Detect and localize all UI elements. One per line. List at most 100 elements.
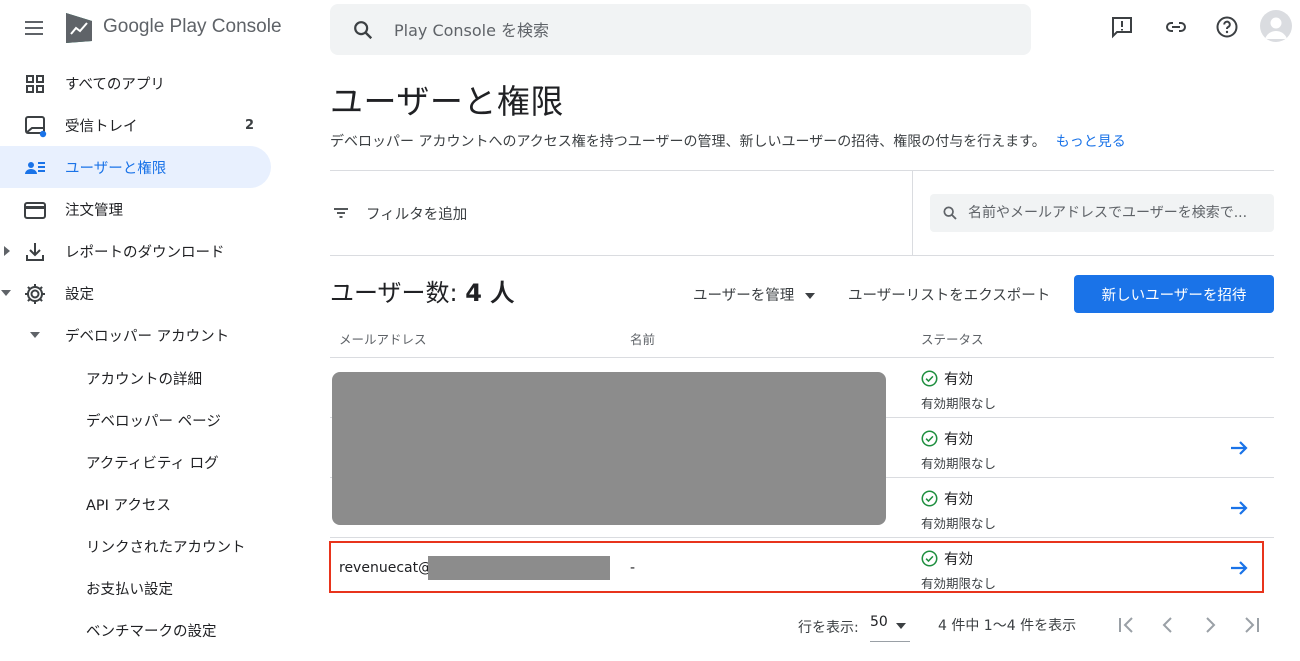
sidebar-item-orders[interactable]: 注文管理 [0,188,271,230]
page-description: デベロッパー アカウントへのアクセス権を持つユーザーの管理、新しいユーザーの招待… [330,131,1126,151]
sidebar-item-label: ユーザーと権限 [65,160,167,177]
filter-icon[interactable] [332,205,350,221]
next-page-icon[interactable] [1198,613,1222,637]
rows-per-page-label: 行を表示: [798,620,859,636]
table-row[interactable]: 有効 有効期限なし [921,428,996,472]
user-count-heading: ユーザー数: 4 人 [330,273,514,308]
column-header-name[interactable]: 名前 [630,329,655,348]
account-avatar[interactable] [1260,10,1292,42]
add-filter-button[interactable]: フィルタを追加 [366,203,467,224]
check-circle-icon [921,490,938,507]
table-row[interactable]: 有効 有効期限なし [921,488,996,532]
sidebar-item-label: 設定 [65,286,94,303]
expiry-label: 有効期限なし [921,456,997,471]
check-circle-icon [921,370,938,387]
table-row[interactable]: 有効 有効期限なし [921,548,996,592]
search-icon [354,21,373,40]
learn-more-link[interactable]: もっと見る [1056,134,1126,150]
sidebar-item-settings[interactable]: 設定 [0,272,271,314]
rows-per-page-select[interactable]: 50 [870,614,910,642]
last-page-icon[interactable] [1240,613,1264,637]
column-header-email[interactable]: メールアドレス [339,329,427,348]
brand-suffix: Console [206,16,282,37]
prev-page-icon[interactable] [1156,613,1180,637]
sidebar-item-developer-account[interactable]: デベロッパー アカウント [0,314,271,356]
user-count-value: 4 人 [465,279,515,307]
sidebar-item-label: デベロッパー アカウント [65,328,230,345]
column-header-status[interactable]: ステータス [921,329,984,348]
expand-caret-icon[interactable] [3,245,11,257]
check-circle-icon [921,430,938,447]
user-search[interactable] [930,194,1274,232]
link-icon[interactable] [1164,15,1188,39]
expiry-label: 有効期限なし [921,576,997,591]
manage-users-dropdown[interactable]: ユーザーを管理 [693,284,815,305]
feedback-icon[interactable] [1110,15,1134,39]
sidebar-subitem-label: アカウントの詳細 [86,372,202,388]
menu-icon[interactable] [22,16,46,40]
sidebar-item-label: すべてのアプリ [65,76,165,93]
divider [912,171,913,255]
sidebar-subitem-label: アクティビティ ログ [86,456,219,472]
sidebar-item-label: 受信トレイ [65,118,138,135]
search-input[interactable] [394,16,994,44]
arrow-right-icon[interactable] [1227,436,1251,460]
users-icon [25,162,45,174]
sidebar-item-users-permissions[interactable]: ユーザーと権限 [0,146,271,188]
sidebar-item-inbox[interactable]: 受信トレイ 2 [0,104,271,146]
email-cell: revenuecat@ [339,560,433,576]
manage-users-label: ユーザーを管理 [693,288,795,304]
expiry-label: 有効期限なし [921,516,997,531]
status-label: 有効 [944,492,973,508]
check-circle-icon [921,550,938,567]
sidebar-subitem-api-access[interactable]: API アクセス [0,482,271,524]
download-icon [26,243,44,261]
chevron-down-icon [804,293,815,299]
user-count-label: ユーザー数: [330,279,458,307]
name-cell: - [630,560,636,576]
sidebar-subitem-label: お支払い設定 [86,582,173,598]
sidebar-item-label: 注文管理 [65,202,123,219]
sidebar-item-report-download[interactable]: レポートのダウンロード [0,230,271,272]
help-icon[interactable] [1215,15,1239,39]
collapse-caret-icon[interactable] [29,331,41,339]
sidebar-subitem-benchmark-settings[interactable]: ベンチマークの設定 [0,608,271,650]
status-label: 有効 [944,432,973,448]
first-page-icon[interactable] [1114,613,1138,637]
global-search[interactable] [330,4,1031,55]
expiry-label: 有効期限なし [921,396,997,411]
redacted-area [332,372,886,525]
collapse-caret-icon[interactable] [0,289,12,297]
invite-new-user-button[interactable]: 新しいユーザーを招待 [1074,275,1274,313]
export-user-list-button[interactable]: ユーザーリストをエクスポート [848,284,1050,305]
pagination-range: 4 件中 1〜4 件を表示 [938,618,1077,634]
status-label: 有効 [944,372,973,388]
sidebar-subitem-label: API アクセス [86,498,171,514]
sidebar-subitem-linked-accounts[interactable]: リンクされたアカウント [0,524,271,566]
sidebar-subitem-label: デベロッパー ページ [86,414,221,430]
sidebar-item-all-apps[interactable]: すべてのアプリ [0,62,271,104]
status-cell: 有効 [921,548,996,569]
settings-icon [25,284,45,304]
sidebar-subitem-payment-settings[interactable]: お支払い設定 [0,566,271,608]
description-text: デベロッパー アカウントへのアクセス権を持つユーザーの管理、新しいユーザーの招待… [330,134,1046,150]
sidebar-subitem-label: ベンチマークの設定 [86,624,217,640]
user-search-input[interactable] [968,202,1268,224]
status-label: 有効 [944,552,973,568]
search-icon [943,206,957,220]
play-console-logo [66,13,92,43]
table-row[interactable]: 有効 有効期限なし [921,368,996,412]
redacted-area [428,556,610,580]
orders-icon [24,202,46,219]
divider [330,537,1274,538]
sidebar-subitem-developer-page[interactable]: デベロッパー ページ [0,398,271,440]
arrow-right-icon[interactable] [1227,556,1251,580]
arrow-right-icon[interactable] [1227,496,1251,520]
sidebar-item-label: レポートのダウンロード [65,244,225,261]
status-cell: 有効 [921,488,996,509]
divider [330,357,1274,358]
page-title: ユーザーと権限 [330,82,564,121]
sidebar-subitem-account-details[interactable]: アカウントの詳細 [0,356,271,398]
rows-per-page-value: 50 [870,614,888,630]
sidebar-subitem-activity-log[interactable]: アクティビティ ログ [0,440,271,482]
